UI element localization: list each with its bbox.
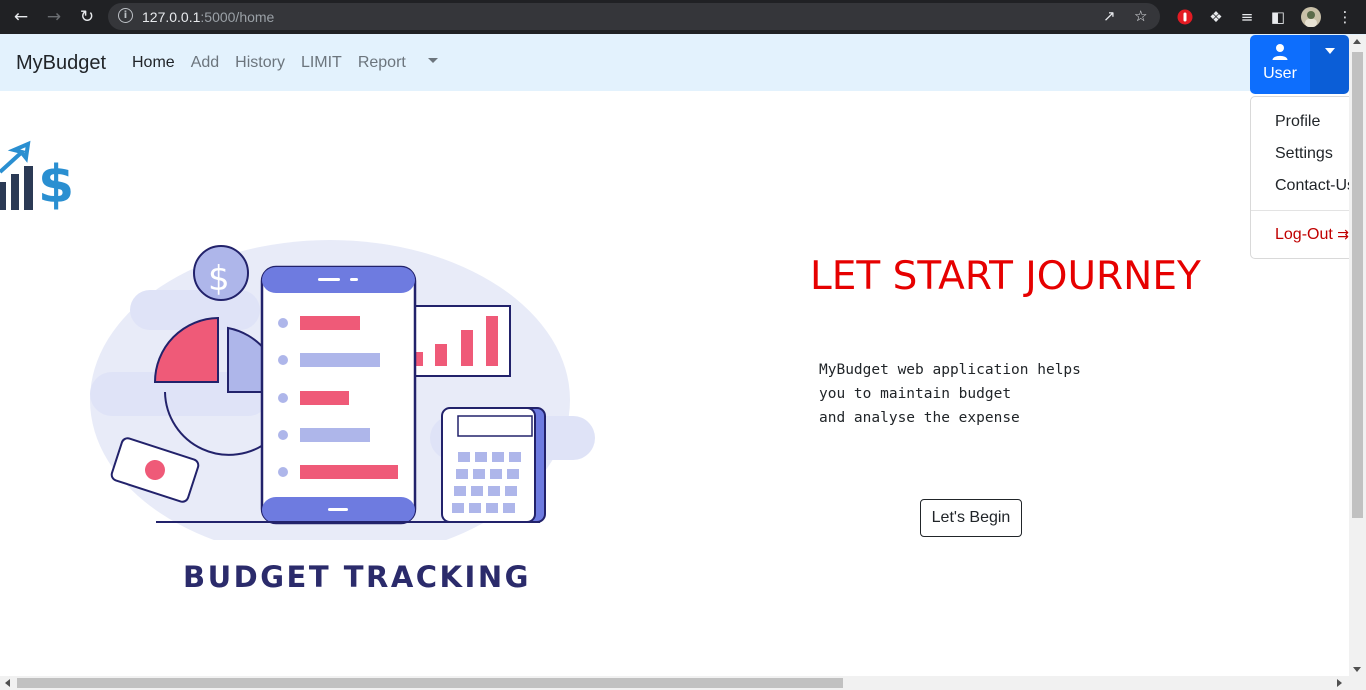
extension-shield-icon[interactable] (1175, 7, 1195, 27)
logout-icon: ⇉ (1337, 227, 1349, 243)
bookmark-star-icon[interactable]: ☆ (1134, 7, 1147, 25)
horizontal-scroll-thumb[interactable] (17, 678, 843, 688)
menu-item-logout[interactable]: Log-Out ⇉ (1275, 226, 1349, 244)
menu-item-profile[interactable]: Profile (1275, 113, 1320, 131)
chevron-down-icon (427, 58, 438, 64)
logout-label: Log-Out (1275, 226, 1333, 243)
menu-item-settings[interactable]: Settings (1275, 145, 1333, 163)
svg-text:$: $ (38, 155, 74, 215)
reload-icon[interactable]: ↻ (76, 6, 98, 28)
scroll-right-arrow-icon[interactable] (1337, 679, 1342, 687)
vertical-scroll-thumb[interactable] (1352, 52, 1363, 518)
media-queue-icon[interactable]: ≡ (1237, 7, 1257, 27)
svg-text:$: $ (208, 259, 230, 299)
arrow-right-icon[interactable]: → (43, 6, 65, 28)
side-panel-icon[interactable]: ◧ (1268, 7, 1288, 27)
nav-add[interactable]: Add (191, 54, 219, 72)
scroll-up-arrow-icon[interactable] (1353, 39, 1361, 44)
address-bar[interactable]: i 127.0.0.1:5000/home ↗ ☆ (108, 3, 1160, 30)
logo-icon: $ (0, 140, 74, 215)
hero-description: MyBudget web application helps you to ma… (819, 362, 1081, 426)
user-button[interactable]: User (1250, 35, 1310, 94)
profile-avatar-icon[interactable] (1301, 7, 1321, 27)
url-text[interactable]: 127.0.0.1:5000/home (142, 9, 274, 25)
illustration-caption: BUDGET TRACKING (183, 560, 531, 594)
scroll-down-arrow-icon[interactable] (1353, 667, 1361, 672)
brand-logo[interactable]: MyBudget (16, 52, 106, 75)
horizontal-scrollbar[interactable] (0, 676, 1366, 690)
nav-home[interactable]: Home (132, 54, 175, 72)
nav-limit[interactable]: LIMIT (301, 54, 342, 72)
browser-toolbar: ← → ↻ i 127.0.0.1:5000/home ↗ ☆ ❖ ≡ ◧ ⋮ (0, 0, 1366, 34)
extensions-puzzle-icon[interactable]: ❖ (1206, 7, 1226, 27)
caret-down-icon (1325, 48, 1335, 54)
nav-links: Home Add History LIMIT Report (132, 54, 454, 72)
menu-item-contact-us[interactable]: Contact-Us (1275, 177, 1355, 195)
nav-report-label: Report (357, 54, 406, 71)
arrow-left-icon[interactable]: ← (10, 6, 32, 28)
navbar: MyBudget Home Add History LIMIT Report (0, 34, 1366, 91)
hero-heading: LET START JOURNEY (810, 254, 1201, 299)
budget-tracking-illustration: $ $ (0, 140, 595, 540)
user-dropdown-toggle[interactable] (1310, 35, 1349, 94)
user-icon (1272, 44, 1288, 60)
vertical-scrollbar[interactable] (1349, 35, 1366, 676)
lets-begin-button[interactable]: Let's Begin (920, 499, 1022, 537)
scroll-left-arrow-icon[interactable] (5, 679, 10, 687)
share-icon[interactable]: ↗ (1103, 7, 1116, 25)
browser-menu-icon[interactable]: ⋮ (1335, 7, 1355, 27)
nav-report[interactable]: Report (358, 54, 438, 72)
site-info-icon[interactable]: i (118, 8, 133, 23)
nav-history[interactable]: History (235, 54, 285, 72)
user-button-label: User (1263, 65, 1297, 82)
